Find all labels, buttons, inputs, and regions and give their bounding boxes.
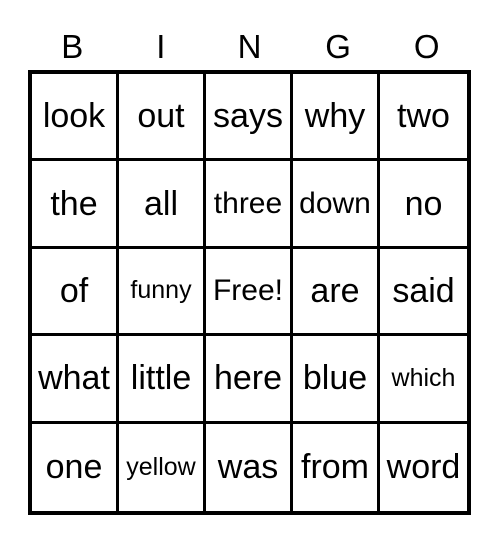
bingo-cell-label: was bbox=[217, 448, 279, 487]
bingo-cell-label: blue bbox=[302, 359, 368, 398]
bingo-grid: look out says why two the all three down… bbox=[28, 70, 471, 515]
bingo-cell-r2c4[interactable]: down bbox=[293, 161, 380, 249]
bingo-card: B I N G O look out says why two the all … bbox=[0, 0, 502, 544]
bingo-cell-label: of bbox=[59, 271, 89, 310]
bingo-cell-label: little bbox=[130, 359, 192, 398]
bingo-cell-label: yellow bbox=[126, 452, 196, 481]
bingo-cell-r4c3[interactable]: here bbox=[206, 336, 293, 424]
bingo-cell-label: why bbox=[304, 97, 366, 136]
bingo-cell-r3c5[interactable]: said bbox=[380, 248, 467, 337]
bingo-cell-r2c1[interactable]: the bbox=[32, 161, 119, 249]
bingo-cell-label: from bbox=[301, 448, 369, 487]
bingo-cell-r4c1[interactable]: what bbox=[32, 336, 119, 424]
bingo-cell-label: says bbox=[213, 97, 283, 136]
bingo-cell-r1c4[interactable]: why bbox=[293, 74, 380, 162]
bingo-cell-r4c4[interactable]: blue bbox=[293, 336, 380, 424]
bingo-cell-label: which bbox=[391, 363, 456, 392]
bingo-cell-label: are bbox=[310, 271, 360, 310]
bingo-cell-label: the bbox=[50, 184, 98, 223]
bingo-cell-label: all bbox=[143, 184, 179, 223]
bingo-header-letter-n: N bbox=[237, 27, 262, 65]
bingo-cell-label: said bbox=[392, 271, 455, 310]
bingo-cell-label: no bbox=[404, 184, 443, 223]
bingo-cell-r3c2[interactable]: funny bbox=[119, 248, 206, 337]
bingo-cell-free-space[interactable]: Free! bbox=[206, 248, 293, 337]
bingo-cell-r2c5[interactable]: no bbox=[380, 161, 467, 249]
bingo-cell-label: word bbox=[386, 448, 461, 487]
bingo-header-letter-g: G bbox=[325, 27, 351, 65]
bingo-cell-r2c2[interactable]: all bbox=[119, 161, 206, 249]
bingo-cell-label: out bbox=[137, 97, 185, 136]
bingo-cell-r1c5[interactable]: two bbox=[380, 74, 467, 162]
bingo-cell-r5c3[interactable]: was bbox=[206, 423, 293, 511]
bingo-cell-label: look bbox=[42, 97, 106, 136]
bingo-cell-label: one bbox=[45, 448, 103, 487]
bingo-cell-r1c1[interactable]: look bbox=[32, 74, 119, 162]
bingo-header-letter-o: O bbox=[413, 27, 440, 65]
bingo-cell-r3c1[interactable]: of bbox=[32, 248, 119, 337]
bingo-cell-r4c2[interactable]: little bbox=[119, 336, 206, 424]
bingo-cell-r5c5[interactable]: word bbox=[380, 423, 467, 511]
bingo-header-row: B I N G O bbox=[28, 22, 471, 70]
bingo-cell-r1c2[interactable]: out bbox=[119, 74, 206, 162]
bingo-cell-r1c3[interactable]: says bbox=[206, 74, 293, 162]
bingo-cell-r3c4[interactable]: are bbox=[293, 248, 380, 337]
bingo-header-letter-i: I bbox=[156, 27, 166, 65]
bingo-cell-label: two bbox=[397, 97, 450, 136]
bingo-cell-r5c4[interactable]: from bbox=[293, 423, 380, 511]
bingo-cell-r5c1[interactable]: one bbox=[32, 423, 119, 511]
bingo-cell-r2c3[interactable]: three bbox=[206, 161, 293, 249]
bingo-free-space-label: Free! bbox=[212, 273, 284, 307]
bingo-cell-label: what bbox=[38, 359, 110, 398]
bingo-header-letter-b: B bbox=[61, 27, 84, 65]
bingo-cell-r4c5[interactable]: which bbox=[380, 336, 467, 424]
bingo-cell-label: funny bbox=[130, 276, 192, 305]
bingo-cell-label: here bbox=[213, 359, 283, 398]
bingo-cell-label: three bbox=[213, 186, 283, 220]
bingo-cell-label: down bbox=[299, 186, 371, 220]
bingo-cell-r5c2[interactable]: yellow bbox=[119, 423, 206, 511]
